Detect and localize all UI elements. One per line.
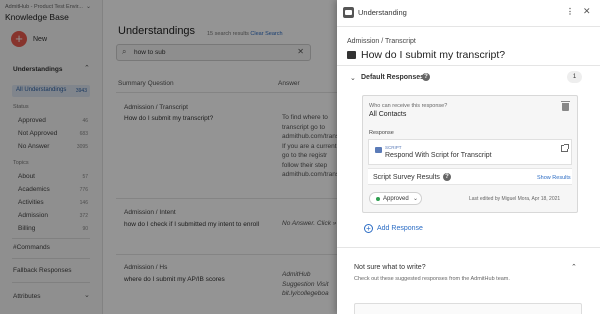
script-name: Respond With Script for Transcript — [385, 152, 492, 159]
close-icon[interactable]: ✕ — [583, 6, 591, 17]
trash-icon[interactable] — [561, 101, 570, 111]
survey-results-row: Script Survey Results ? Show Results — [368, 168, 572, 185]
suggestion-card[interactable] — [354, 303, 582, 314]
audience-select[interactable]: All Contacts — [369, 111, 406, 118]
script-icon — [375, 147, 382, 153]
show-results-link[interactable]: Show Results — [537, 175, 571, 181]
drawer-header: Understanding ⋮ ✕ — [337, 0, 600, 26]
external-link-icon[interactable] — [561, 144, 569, 152]
script-tag: SCRIPT — [385, 145, 402, 150]
audience-label: Who can receive this response? — [369, 103, 448, 109]
add-response-label: Add Response — [377, 225, 423, 232]
help-icon[interactable]: ? — [422, 73, 430, 81]
survey-label: Script Survey Results — [373, 174, 440, 181]
divider — [337, 26, 600, 27]
more-options-icon[interactable]: ⋮ — [566, 7, 574, 16]
chevron-down-icon: ⌄ — [413, 196, 419, 202]
question-title: How do I submit my transcript? — [361, 49, 506, 61]
drawer-title: Understanding — [358, 8, 407, 17]
question-icon — [347, 51, 356, 59]
breadcrumb: Admission / Transcript — [347, 38, 416, 45]
divider — [337, 247, 600, 248]
response-card: Who can receive this response? All Conta… — [362, 95, 578, 213]
understanding-icon — [343, 7, 354, 18]
status-value: Approved — [383, 196, 409, 202]
last-edited: Last edited by Miguel Mora, Apr 18, 2021 — [469, 196, 561, 202]
response-count-badge: 1 — [567, 71, 582, 83]
status-dropdown[interactable]: Approved ⌄ — [369, 192, 422, 205]
chevron-up-icon[interactable]: ⌃ — [571, 263, 577, 271]
plus-icon: + — [364, 224, 373, 233]
status-dot-icon — [376, 197, 380, 201]
understanding-drawer: Understanding ⋮ ✕ Admission / Transcript… — [337, 0, 600, 314]
suggestions-title[interactable]: Not sure what to write? — [354, 264, 426, 271]
script-response[interactable]: SCRIPT Respond With Script for Transcrip… — [368, 139, 572, 165]
default-responses-header[interactable]: Default Responses — [361, 74, 424, 81]
suggestions-subtitle: Check out these suggested responses from… — [354, 276, 510, 282]
help-icon[interactable]: ? — [443, 173, 451, 181]
divider — [337, 65, 600, 66]
response-label: Response — [369, 130, 394, 136]
chevron-down-icon[interactable]: ⌄ — [350, 74, 356, 82]
